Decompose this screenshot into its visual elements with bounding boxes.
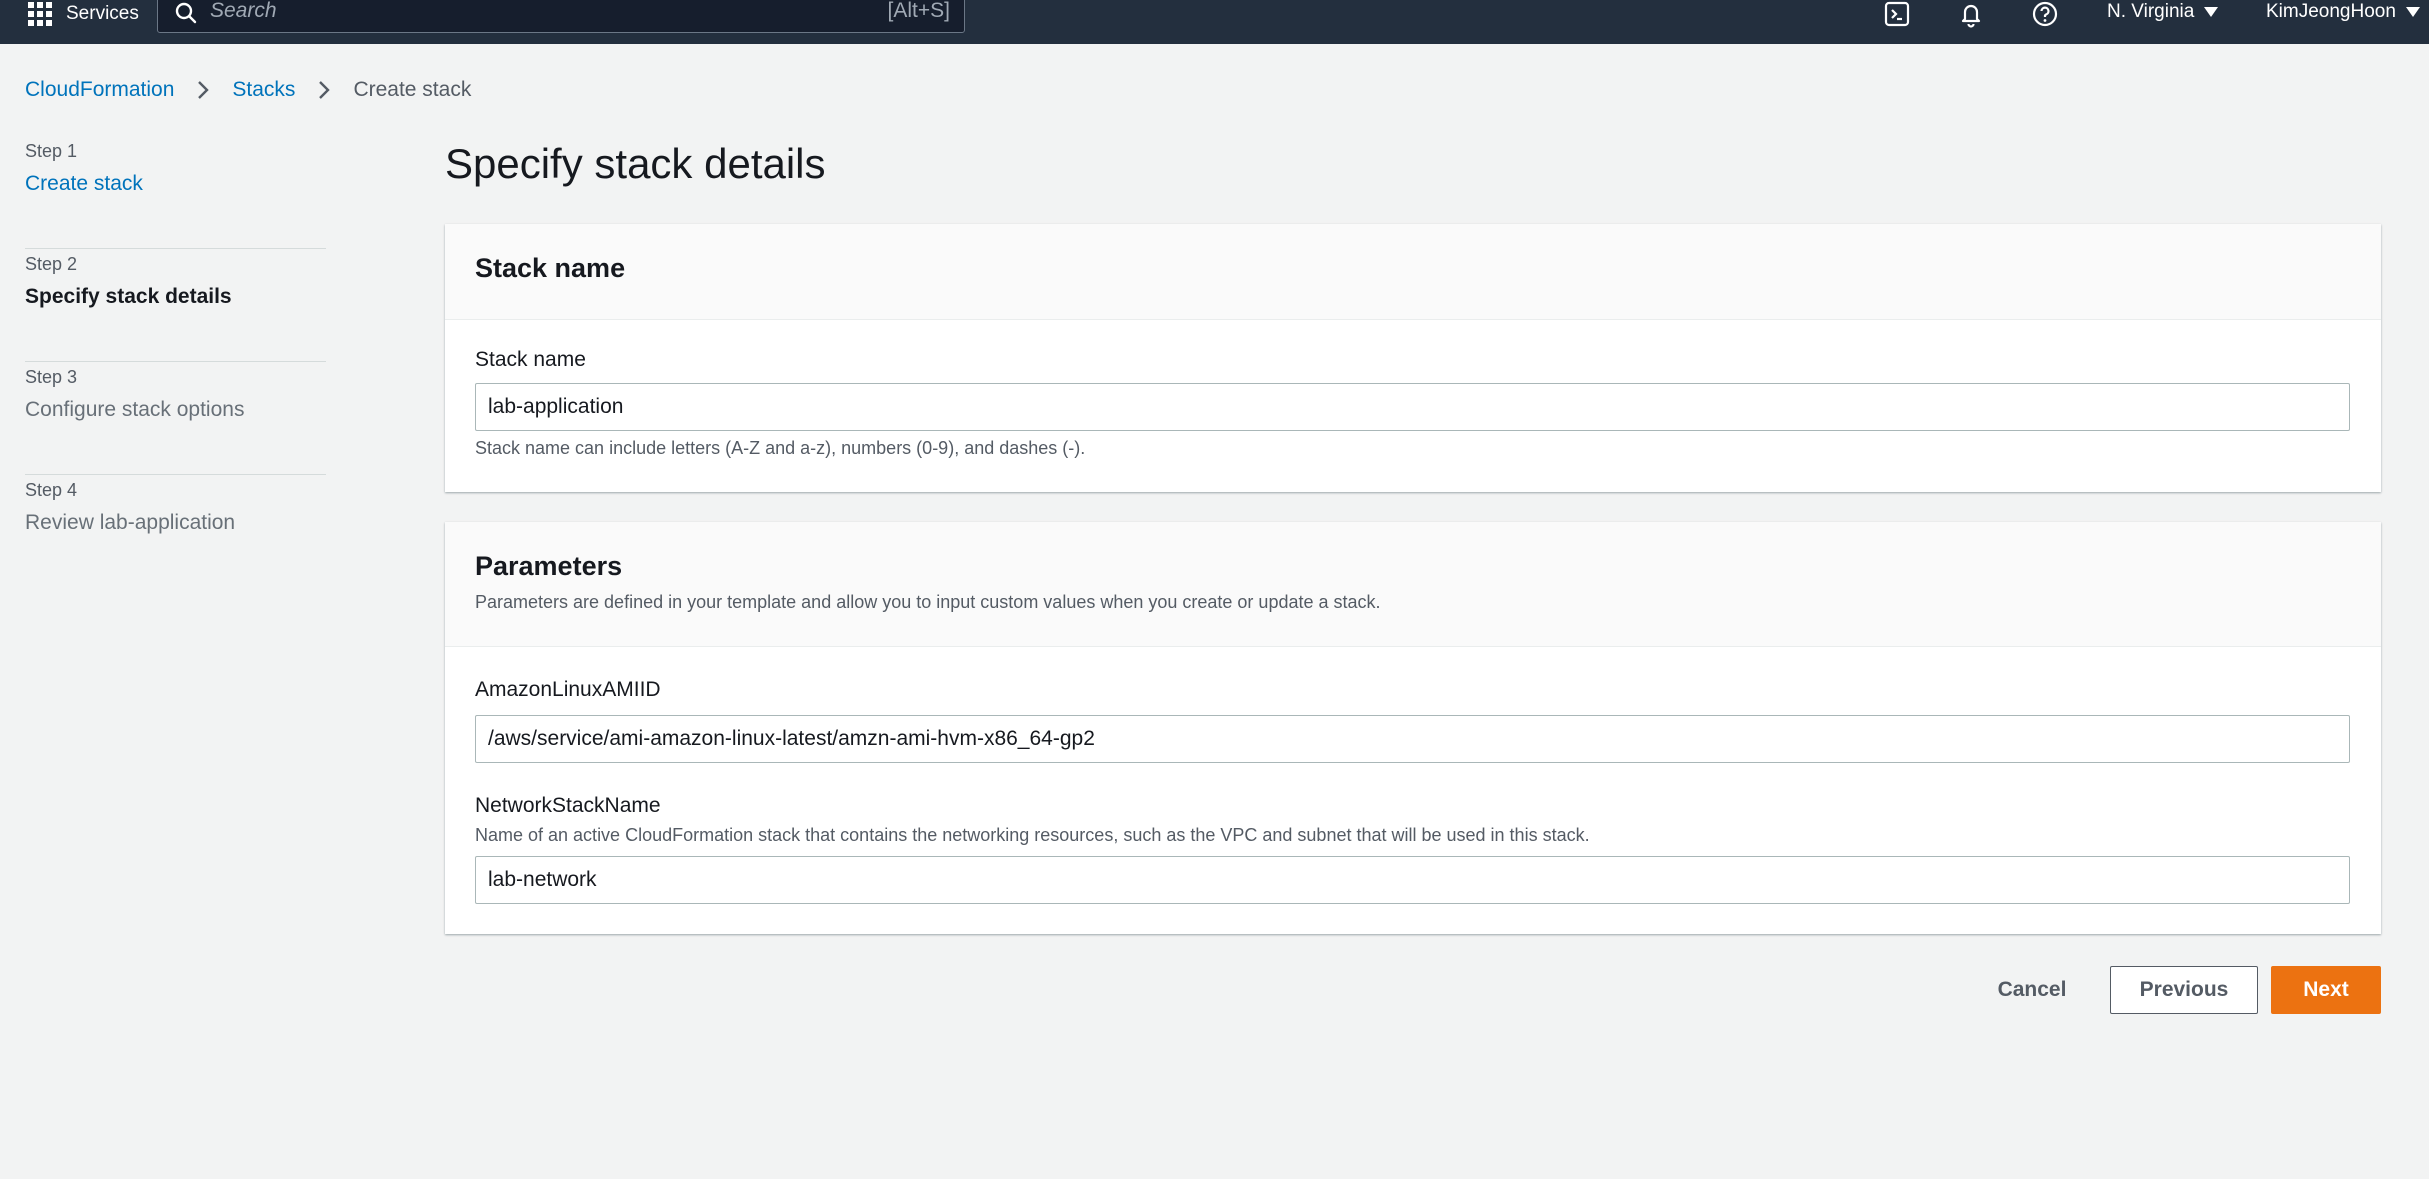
bell-icon[interactable]: [1957, 0, 1985, 28]
chevron-right-icon: [319, 81, 331, 99]
search-placeholder: Search: [210, 0, 277, 22]
ami-id-input[interactable]: [475, 715, 2350, 763]
wizard-steps: Step 1 Create stack Step 2 Specify stack…: [25, 136, 326, 587]
search-shortcut: [Alt+S]: [887, 0, 950, 22]
wizard-step-4: Step 4 Review lab-application: [25, 475, 326, 587]
services-menu[interactable]: Services: [28, 0, 139, 28]
previous-button[interactable]: Previous: [2110, 966, 2258, 1014]
panel-header: Parameters Parameters are defined in you…: [445, 522, 2381, 647]
wizard-step-1: Step 1 Create stack: [25, 136, 326, 249]
step-title-current: Specify stack details: [25, 285, 232, 308]
panel-title: Parameters: [475, 551, 623, 581]
wizard-step-3: Step 3 Configure stack options: [25, 362, 326, 475]
step-link-create-stack[interactable]: Create stack: [25, 172, 143, 196]
stack-name-label: Stack name: [475, 348, 586, 371]
chevron-right-icon: [198, 81, 210, 99]
cloudshell-icon[interactable]: [1883, 0, 1911, 28]
search-icon: [175, 2, 197, 24]
breadcrumb-stacks[interactable]: Stacks: [232, 78, 295, 102]
panel-title: Stack name: [475, 253, 626, 283]
network-stack-description: Name of an active CloudFormation stack t…: [475, 825, 1590, 845]
step-number: Step 4: [25, 480, 78, 500]
parameters-panel: Parameters Parameters are defined in you…: [445, 522, 2381, 934]
step-title: Configure stack options: [25, 398, 245, 421]
breadcrumb-create-stack: Create stack: [353, 78, 472, 101]
search-input[interactable]: Search [Alt+S]: [157, 0, 965, 33]
stack-name-hint: Stack name can include letters (A-Z and …: [475, 438, 1086, 458]
ami-label: AmazonLinuxAMIID: [475, 678, 661, 701]
account-menu[interactable]: KimJeongHoon: [2266, 1, 2420, 23]
help-icon[interactable]: [2031, 0, 2059, 28]
top-navigation: Services Search [Alt+S] N. Virginia KimJ…: [0, 0, 2429, 44]
page-title: Specify stack details: [445, 140, 826, 187]
user-name: KimJeongHoon: [2266, 1, 2396, 22]
region-label: N. Virginia: [2107, 1, 2195, 22]
network-stack-label: NetworkStackName: [475, 794, 661, 817]
stack-name-panel: Stack name Stack name Stack name can inc…: [445, 224, 2381, 492]
next-button[interactable]: Next: [2271, 966, 2381, 1014]
cancel-button[interactable]: Cancel: [1980, 966, 2084, 1014]
stack-name-input[interactable]: [475, 383, 2350, 431]
caret-down-icon: [2204, 7, 2219, 17]
wizard-step-2: Step 2 Specify stack details: [25, 249, 326, 362]
step-number: Step 3: [25, 367, 78, 387]
breadcrumb-cloudformation[interactable]: CloudFormation: [25, 78, 174, 102]
step-number: Step 2: [25, 254, 78, 274]
network-stack-input[interactable]: [475, 856, 2350, 904]
grid-menu-icon: [28, 2, 52, 26]
region-selector[interactable]: N. Virginia: [2107, 1, 2219, 23]
breadcrumb: CloudFormation Stacks Create stack: [25, 78, 471, 102]
panel-header: Stack name: [445, 224, 2381, 320]
step-title: Review lab-application: [25, 511, 236, 534]
step-number: Step 1: [25, 141, 78, 161]
services-label: Services: [66, 3, 139, 24]
parameters-description: Parameters are defined in your template …: [475, 592, 1381, 612]
caret-down-icon: [2405, 7, 2420, 17]
